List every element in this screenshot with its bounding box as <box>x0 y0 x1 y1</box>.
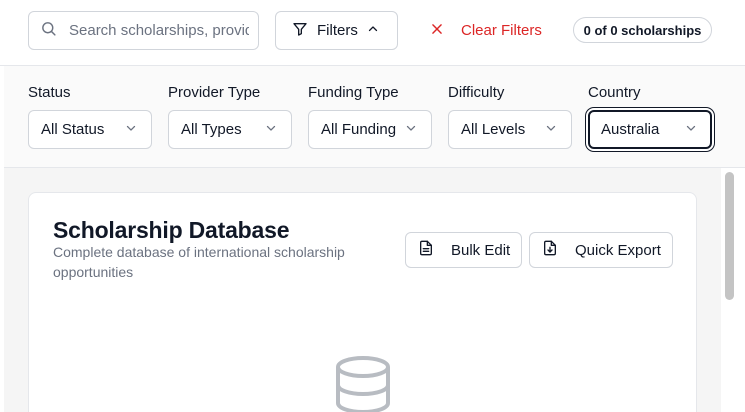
scholarship-database-card: Scholarship Database Complete database o… <box>28 192 697 412</box>
file-text-icon <box>418 240 434 260</box>
scrollbar-thumb[interactable] <box>725 172 734 300</box>
filters-label: Filters <box>317 22 358 39</box>
filter-panel: Status All Status Provider Type All Type… <box>4 66 745 168</box>
top-toolbar: Filters Clear Filters 0 of 0 scholarship… <box>0 0 745 66</box>
chevron-down-icon <box>685 121 697 138</box>
main-content: Scholarship Database Complete database o… <box>4 168 745 412</box>
status-select[interactable]: All Status <box>28 110 152 149</box>
chevron-down-icon <box>265 121 277 138</box>
country-select[interactable]: Australia <box>588 110 712 149</box>
funding-type-select[interactable]: All Funding <box>308 110 432 149</box>
bulk-edit-button[interactable]: Bulk Edit <box>405 232 522 268</box>
chevron-up-icon <box>367 22 379 39</box>
status-select-value: All Status <box>41 121 105 138</box>
card-title: Scholarship Database <box>53 217 290 243</box>
difficulty-select[interactable]: All Levels <box>448 110 572 149</box>
chevron-down-icon <box>125 121 137 138</box>
clear-filters-label: Clear Filters <box>461 22 542 39</box>
card-subtitle: Complete database of international schol… <box>53 244 345 280</box>
country-filter: Country Australia <box>588 84 712 149</box>
file-download-icon <box>542 240 558 260</box>
funding-type-filter: Funding Type All Funding <box>308 84 432 149</box>
search-input[interactable] <box>69 22 249 39</box>
quick-export-button[interactable]: Quick Export <box>529 232 673 268</box>
provider-type-select-value: All Types <box>181 121 242 138</box>
provider-type-select[interactable]: All Types <box>168 110 292 149</box>
funding-type-filter-label: Funding Type <box>308 84 399 101</box>
country-filter-label: Country <box>588 84 641 101</box>
filters-toggle-button[interactable]: Filters <box>275 11 398 50</box>
quick-export-label: Quick Export <box>575 241 661 259</box>
difficulty-select-value: All Levels <box>461 121 526 138</box>
database-icon <box>334 355 392 412</box>
status-filter: Status All Status <box>28 84 152 149</box>
provider-type-filter: Provider Type All Types <box>168 84 292 149</box>
search-box[interactable] <box>28 11 259 50</box>
provider-type-filter-label: Provider Type <box>168 84 261 101</box>
clear-filters-button[interactable]: Clear Filters <box>430 11 542 50</box>
chevron-down-icon <box>405 121 417 138</box>
bulk-edit-label: Bulk Edit <box>451 241 511 259</box>
results-count-badge: 0 of 0 scholarships <box>573 17 712 43</box>
difficulty-filter-label: Difficulty <box>448 84 505 101</box>
x-icon <box>430 22 444 40</box>
country-select-value: Australia <box>601 121 660 138</box>
funnel-icon <box>292 21 308 41</box>
funding-type-select-value: All Funding <box>321 121 397 138</box>
difficulty-filter: Difficulty All Levels <box>448 84 572 149</box>
search-icon <box>40 20 57 42</box>
status-filter-label: Status <box>28 84 71 101</box>
chevron-down-icon <box>545 121 557 138</box>
